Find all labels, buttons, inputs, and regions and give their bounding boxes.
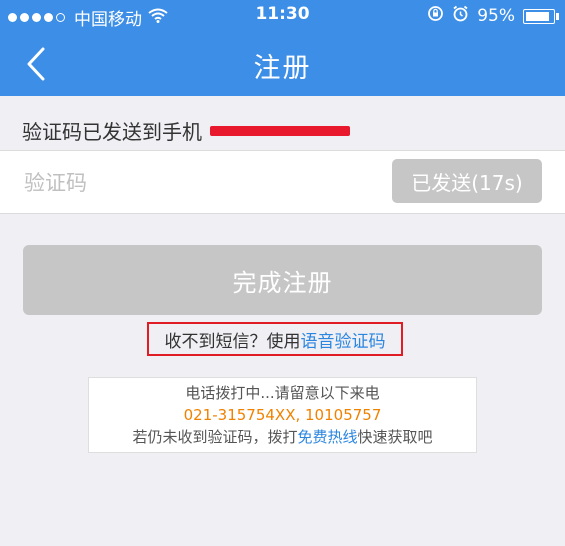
notice-hotline-suffix: 快速获取吧: [357, 428, 433, 446]
voice-code-link[interactable]: 语音验证码: [301, 327, 386, 352]
notice-phone-numbers: 021-315754XX, 10105757: [183, 406, 382, 424]
free-hotline-link[interactable]: 免费热线: [297, 428, 357, 446]
code-sent-notice: 验证码已发送到手机: [22, 116, 350, 145]
rotation-lock-icon: [427, 5, 444, 27]
battery-icon: [523, 8, 559, 24]
voice-code-hint: 收不到短信？使用 语音验证码: [147, 322, 403, 356]
complete-registration-button[interactable]: 完成注册: [23, 245, 542, 315]
notice-line-calling: 电话拨打中...请留意以下来电: [185, 384, 380, 402]
verification-code-row: 已发送(17s): [0, 150, 565, 214]
battery-fill: [526, 11, 549, 21]
alarm-icon: [452, 5, 469, 27]
call-notice-box: 电话拨打中...请留意以下来电 021-315754XX, 10105757 若…: [88, 377, 477, 453]
code-sent-label: 验证码已发送到手机: [22, 120, 202, 144]
page-title: 注册: [253, 53, 312, 84]
notice-hotline-prefix: 若仍未收到验证码，拨打: [132, 428, 298, 446]
status-right: 95%: [427, 5, 559, 27]
status-bar: 中国移动 11:30 95%: [0, 0, 565, 32]
voice-hint-text: 收不到短信？使用: [164, 331, 301, 352]
resend-code-button[interactable]: 已发送(17s): [392, 159, 542, 203]
notice-line-hotline: 若仍未收到验证码，拨打免费热线快速获取吧: [89, 426, 476, 448]
redacted-phone-number: [210, 125, 350, 136]
battery-percent: 95%: [477, 6, 515, 26]
nav-header: 中国移动 11:30 95% 注册: [0, 0, 565, 96]
verification-code-input[interactable]: [22, 163, 356, 203]
